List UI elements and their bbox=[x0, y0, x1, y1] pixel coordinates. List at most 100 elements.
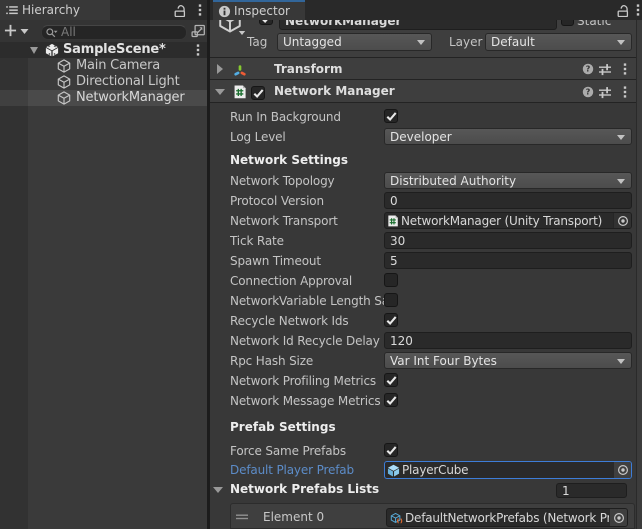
field-value: 120 bbox=[390, 334, 413, 348]
list-element-row[interactable]: Element 0 DefaultNetworkPrefabs (Network … bbox=[230, 503, 635, 529]
object-field-element-0[interactable]: DefaultNetworkPrefabs (Network Pre bbox=[386, 508, 628, 527]
object-picker-icon[interactable] bbox=[613, 462, 631, 478]
checkbox-networkvariable-length-safety[interactable] bbox=[384, 293, 398, 307]
field-network-id-recycle-delay[interactable]: 120 bbox=[384, 332, 632, 349]
section-header-network-settings: Network Settings bbox=[230, 153, 348, 167]
static-label: Static bbox=[577, 20, 611, 28]
kebab-menu-icon[interactable] bbox=[198, 3, 202, 17]
element-label: Element 0 bbox=[263, 508, 324, 526]
checkbox-recycle-network-ids[interactable] bbox=[384, 313, 398, 327]
search-icon[interactable] bbox=[45, 27, 58, 40]
tree-row-samplescene[interactable]: SampleScene* bbox=[0, 42, 207, 58]
gameobject-name-field[interactable]: NetworkManager bbox=[279, 20, 557, 30]
component-header-transform[interactable]: Transform? bbox=[210, 57, 636, 79]
property-label-tick-rate: Tick Rate bbox=[230, 233, 384, 249]
property-label-rpc-hash-size: Rpc Hash Size bbox=[230, 353, 384, 369]
foldout-arrow-icon[interactable] bbox=[217, 64, 223, 74]
dropdown-caret-icon bbox=[617, 359, 625, 364]
property-label-connection-approval: Connection Approval bbox=[230, 273, 384, 289]
checkbox-force-same-prefabs[interactable] bbox=[384, 443, 398, 457]
object-picker-icon[interactable] bbox=[609, 509, 627, 526]
scene-name: SampleScene* bbox=[63, 42, 166, 58]
object-field-default-player-prefab[interactable]: PlayerCube bbox=[384, 461, 632, 479]
tag-dropdown[interactable]: Untagged bbox=[277, 33, 432, 51]
component-title: Network Manager bbox=[274, 84, 395, 98]
hierarchy-search-field[interactable]: All bbox=[41, 25, 187, 40]
field-tick-rate[interactable]: 30 bbox=[384, 232, 632, 249]
tree-row-networkmanager[interactable]: NetworkManager bbox=[0, 90, 207, 106]
property-label-network-message-metrics: Network Message Metrics bbox=[230, 393, 384, 409]
dropdown-rpc-hash-size[interactable]: Var Int Four Bytes bbox=[384, 352, 632, 369]
tab-hierarchy[interactable]: Hierarchy bbox=[0, 0, 110, 20]
foldout-arrow-icon[interactable] bbox=[215, 89, 225, 95]
kebab-menu-icon[interactable] bbox=[636, 3, 640, 17]
object-field-text: PlayerCube bbox=[402, 463, 468, 477]
property-label-network-profiling-metrics: Network Profiling Metrics bbox=[230, 373, 384, 389]
inspector-scrollbar[interactable] bbox=[636, 20, 642, 529]
object-field-network-transport[interactable]: NetworkManager (Unity Transport) bbox=[384, 212, 632, 229]
checkbox-connection-approval[interactable] bbox=[384, 273, 398, 287]
field-value: 30 bbox=[390, 234, 405, 248]
field-spawn-timeout[interactable]: 5 bbox=[384, 252, 632, 269]
gameobject-icon-caret[interactable] bbox=[238, 31, 246, 35]
field-protocol-version[interactable]: 0 bbox=[384, 192, 632, 209]
layer-dropdown[interactable]: Default bbox=[485, 33, 632, 51]
lock-icon[interactable] bbox=[616, 3, 630, 17]
drag-handle-icon[interactable] bbox=[236, 514, 248, 520]
hierarchy-toolbar: All bbox=[0, 20, 207, 42]
foldout-label-network-prefabs-lists[interactable]: Network Prefabs Lists bbox=[230, 482, 379, 496]
dropdown-value: Distributed Authority bbox=[390, 174, 516, 188]
dropdown-value: Var Int Four Bytes bbox=[390, 354, 497, 368]
checkbox-network-profiling-metrics[interactable] bbox=[384, 373, 398, 387]
gameobject-cube-icon bbox=[57, 91, 71, 105]
layer-value: Default bbox=[491, 35, 535, 49]
dropdown-value: Developer bbox=[390, 130, 452, 144]
prefab-icon bbox=[387, 464, 400, 477]
presets-icon[interactable] bbox=[598, 62, 612, 76]
foldout-arrow-icon[interactable] bbox=[30, 47, 38, 54]
presets-icon[interactable] bbox=[598, 85, 612, 99]
open-search-window-icon[interactable] bbox=[191, 24, 205, 38]
component-header-network-manager[interactable]: Network Manager? bbox=[210, 79, 636, 103]
hierarchy-tabbar: Hierarchy bbox=[0, 0, 207, 20]
property-label-default-player-prefab: Default Player Prefab bbox=[230, 462, 384, 478]
array-size-field[interactable]: 1 bbox=[556, 483, 627, 498]
dropdown-network-topology[interactable]: Distributed Authority bbox=[384, 172, 632, 189]
gameobject-name: Main Camera bbox=[76, 58, 160, 74]
dropdown-log-level[interactable]: Developer bbox=[384, 128, 632, 145]
search-placeholder: All bbox=[61, 26, 76, 39]
object-picker-icon[interactable] bbox=[613, 213, 631, 228]
kebab-menu-icon[interactable] bbox=[623, 62, 627, 76]
static-checkbox[interactable] bbox=[561, 20, 574, 26]
tag-label: Tag bbox=[247, 33, 267, 51]
create-dropdown-caret[interactable] bbox=[20, 29, 29, 34]
property-label-run-in-background: Run In Background bbox=[230, 109, 384, 125]
property-label-networkvariable-length-safety: NetworkVariable Length Safety bbox=[230, 293, 384, 309]
kebab-menu-icon[interactable] bbox=[196, 43, 200, 57]
foldout-arrow-icon[interactable] bbox=[213, 487, 223, 493]
help-icon[interactable]: ? bbox=[582, 86, 594, 98]
property-label-recycle-network-ids: Recycle Network Ids bbox=[230, 313, 384, 329]
hierarchy-tab-label: Hierarchy bbox=[22, 3, 80, 17]
gameobject-active-checkbox[interactable] bbox=[259, 20, 273, 25]
object-field-text: DefaultNetworkPrefabs (Network Pre bbox=[405, 511, 618, 525]
tree-row-directional-light[interactable]: Directional Light bbox=[0, 74, 207, 90]
checkbox-run-in-background[interactable] bbox=[384, 109, 398, 123]
inspector-tabbar: Inspector bbox=[210, 0, 642, 20]
tab-inspector[interactable]: Inspector bbox=[213, 0, 305, 20]
property-label-network-transport: Network Transport bbox=[230, 213, 384, 229]
kebab-menu-icon[interactable] bbox=[623, 85, 627, 99]
tag-value: Untagged bbox=[283, 35, 342, 49]
checkbox-network-message-metrics[interactable] bbox=[384, 393, 398, 407]
script-icon bbox=[233, 85, 247, 99]
gameobject-name: NetworkManager bbox=[76, 90, 184, 106]
dropdown-caret-icon bbox=[617, 40, 625, 45]
create-plus-button[interactable] bbox=[4, 24, 17, 37]
dropdown-caret-icon bbox=[617, 135, 625, 140]
component-enabled-checkbox[interactable] bbox=[251, 86, 265, 100]
lock-icon[interactable] bbox=[173, 3, 187, 17]
array-size-value: 1 bbox=[562, 484, 570, 498]
gameobject-name: Directional Light bbox=[76, 74, 179, 90]
help-icon[interactable]: ? bbox=[582, 63, 594, 75]
tree-row-main-camera[interactable]: Main Camera bbox=[0, 58, 207, 74]
